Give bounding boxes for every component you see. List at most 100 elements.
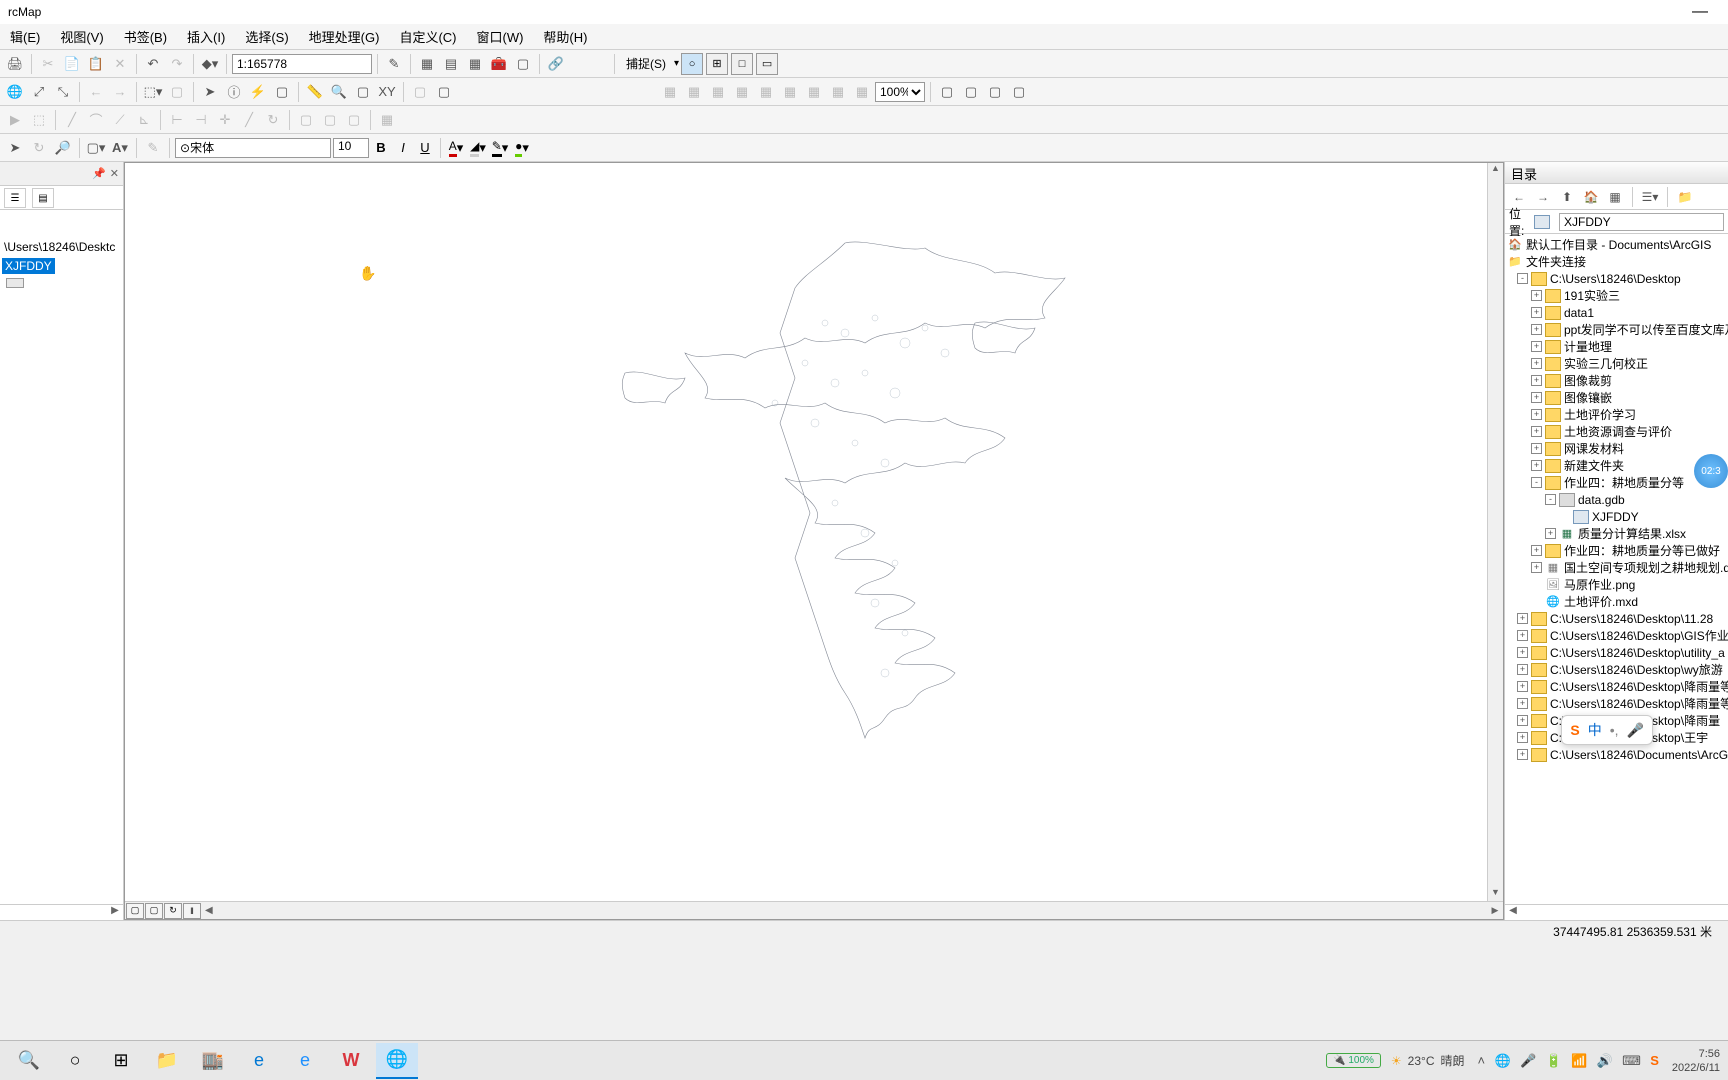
measure-button[interactable]: 📏 (304, 81, 326, 103)
arcmap-taskbar-button[interactable]: 🌐 (376, 1043, 418, 1079)
menu-bookmarks[interactable]: 书签(B) (114, 23, 177, 50)
snap-edge-button[interactable]: ▭ (756, 53, 778, 75)
identify-button[interactable]: ⓘ (223, 81, 245, 103)
select-elements-button[interactable]: ➤ (199, 81, 221, 103)
microsoft-store-button[interactable]: 🏬 (192, 1043, 234, 1079)
font-size-select[interactable]: 10 (333, 138, 369, 158)
menu-customize[interactable]: 自定义(C) (389, 23, 466, 50)
ie-button[interactable]: e (284, 1043, 326, 1079)
midpoint-tool[interactable]: ⊢ (166, 109, 188, 131)
edge-button[interactable]: e (238, 1043, 280, 1079)
cat-up-button[interactable]: ⬆ (1557, 187, 1577, 207)
prev-extent-button[interactable]: ← (85, 81, 107, 103)
redo-button[interactable]: ↷ (166, 53, 188, 75)
tangent-tool[interactable]: ╱ (238, 109, 260, 131)
full-extent-button[interactable]: 🌐 (4, 81, 26, 103)
fixed-zoomout-button[interactable]: ⤡ (52, 81, 74, 103)
bold-button[interactable]: B (371, 138, 391, 158)
weather-widget[interactable]: ☀ 23°C 晴朗 (1391, 1052, 1465, 1069)
rotate-element[interactable]: ↻ (28, 137, 50, 159)
tray-ime-icon[interactable]: ⌨ (1622, 1053, 1641, 1068)
find-route-button[interactable]: ▢ (352, 81, 374, 103)
menu-help[interactable]: 帮助(H) (533, 23, 597, 50)
catalog-tree[interactable]: 🏠默认工作目录 - Documents\ArcGIS 📁文件夹连接 -C:\Us… (1505, 234, 1728, 904)
zoom-percent-select[interactable]: 100% (875, 82, 925, 102)
toc-list-by-drawing[interactable]: ☰ (4, 188, 26, 208)
menu-window[interactable]: 窗口(W) (466, 23, 533, 50)
wps-button[interactable]: W (330, 1043, 372, 1079)
layout-btn-3[interactable]: ▢ (984, 81, 1006, 103)
cat-scroll-left[interactable]: ◀ (1505, 905, 1521, 920)
map-vertical-scrollbar[interactable]: ▲▼ (1487, 163, 1503, 903)
cat-home-button[interactable]: 🏠 (1581, 187, 1601, 207)
menu-insert[interactable]: 插入(I) (177, 23, 235, 50)
ime-punct-icon[interactable]: •, (1610, 722, 1619, 738)
refresh-button[interactable]: ↻ (164, 903, 182, 919)
split-tool[interactable]: ▢ (343, 109, 365, 131)
georef-btn-6[interactable]: ▦ (779, 81, 801, 103)
zoom-to-selected[interactable]: 🔎 (52, 137, 74, 159)
map-scale-input[interactable]: 1:165778 (232, 54, 372, 74)
font-color-button[interactable]: A▾ (446, 138, 466, 158)
arc-segment[interactable]: ⌒ (85, 109, 107, 131)
hyperlink-button[interactable]: ⚡ (247, 81, 269, 103)
attributes-button[interactable]: ▦ (376, 109, 398, 131)
edit-vertices[interactable]: ✎ (142, 137, 164, 159)
georef-btn-9[interactable]: ▦ (851, 81, 873, 103)
toc-scroll-right[interactable]: ▶ (107, 905, 123, 920)
delete-button[interactable]: ✕ (109, 53, 131, 75)
task-view-button[interactable]: ⊞ (100, 1043, 142, 1079)
new-text[interactable]: A▾ (109, 137, 131, 159)
toc-tree[interactable]: \Users\18246\Desktc XJFDDY (0, 210, 123, 904)
cut-poly-tool[interactable]: ▢ (295, 109, 317, 131)
snap-point-button[interactable]: ○ (681, 53, 703, 75)
menu-geoprocessing[interactable]: 地理处理(G) (299, 23, 390, 50)
cat-toggle-button[interactable]: ▦ (1605, 187, 1625, 207)
ime-lang-toggle[interactable]: 中 (1588, 720, 1602, 740)
layout-view-tab[interactable]: ▢ (145, 903, 163, 919)
straight-segment[interactable]: ╱ (61, 109, 83, 131)
paste-button[interactable]: 📋 (85, 53, 107, 75)
cat-list-button[interactable]: ☰▾ (1640, 187, 1660, 207)
model-builder-button[interactable]: 🔗 (545, 53, 567, 75)
italic-button[interactable]: I (393, 138, 413, 158)
menu-view[interactable]: 视图(V) (50, 23, 113, 50)
layout-btn-1[interactable]: ▢ (936, 81, 958, 103)
intersection-tool[interactable]: ✛ (214, 109, 236, 131)
toc-layer-symbol[interactable] (6, 278, 24, 288)
ime-voice-icon[interactable]: 🎤 (1627, 722, 1644, 739)
expand-icon[interactable]: - (1517, 273, 1528, 284)
search-window-button[interactable]: ▦ (464, 53, 486, 75)
html-popup-button[interactable]: ▢ (271, 81, 293, 103)
tray-wifi-icon[interactable]: 📶 (1571, 1053, 1587, 1068)
cat-back-button[interactable]: ← (1509, 187, 1529, 207)
menu-selection[interactable]: 选择(S) (235, 23, 298, 50)
snapping-label[interactable]: 捕捉(S) (620, 55, 672, 72)
fixed-zoomin-button[interactable]: ⤢ (28, 81, 50, 103)
print-button[interactable]: 🖨 (4, 53, 26, 75)
georef-btn-4[interactable]: ▦ (731, 81, 753, 103)
edit-tool[interactable]: ▶ (4, 109, 26, 131)
marker-color-button[interactable]: ●▾ (512, 138, 532, 158)
tray-globe-icon[interactable]: 🌐 (1494, 1053, 1510, 1068)
add-data-button[interactable]: ◆▾ (199, 53, 221, 75)
tray-mic-icon[interactable]: 🎤 (1520, 1053, 1536, 1068)
cortana-button[interactable]: ○ (54, 1043, 96, 1079)
edit-annotation[interactable]: ⬚ (28, 109, 50, 131)
georef-btn-5[interactable]: ▦ (755, 81, 777, 103)
georef-btn-3[interactable]: ▦ (707, 81, 729, 103)
map-canvas[interactable]: ✋ ▲▼ ▢ ▢ ↻ ‖ ◀ (124, 162, 1504, 920)
fill-color-button[interactable]: ◢▾ (468, 138, 488, 158)
select-features-button[interactable]: ⬚▾ (142, 81, 164, 103)
endpt-tool[interactable]: ⊣ (190, 109, 212, 131)
font-name-select[interactable]: ⊙ 宋体 (175, 138, 331, 158)
find-button[interactable]: 🔍 (328, 81, 350, 103)
clear-selection-button[interactable]: ▢ (166, 81, 188, 103)
ime-toolbar[interactable]: S 中 •, 🎤 (1561, 715, 1653, 745)
catalog-button[interactable]: ▤ (440, 53, 462, 75)
timer-overlay[interactable]: 02:3 (1694, 454, 1728, 488)
file-explorer-button[interactable]: 📁 (146, 1043, 188, 1079)
rotate-tool[interactable]: ↻ (262, 109, 284, 131)
georef-btn-1[interactable]: ▦ (659, 81, 681, 103)
search-taskbar-button[interactable]: 🔍 (8, 1043, 50, 1079)
